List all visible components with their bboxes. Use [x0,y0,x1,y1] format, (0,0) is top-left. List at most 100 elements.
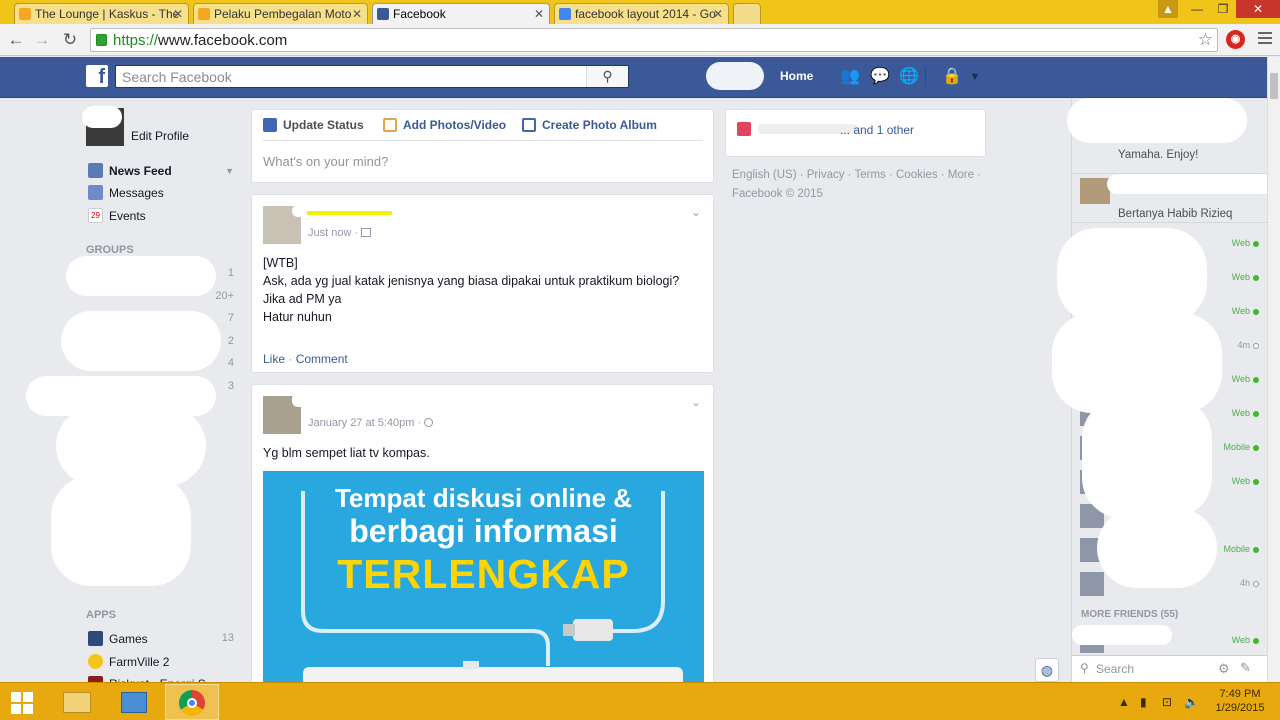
post-timestamp[interactable]: Just now · [308,227,372,239]
feed-post: Just now · ⌄ [WTB] Ask, ada yg jual kata… [251,194,714,373]
ticker-divider [1072,222,1268,223]
search-input[interactable] [116,66,586,87]
tab-title: The Lounge | Kaskus - The [35,7,180,21]
chrome-icon [179,690,205,716]
birthdays-box: ... and 1 other [725,109,986,157]
restore-button[interactable]: ❐ [1210,0,1236,18]
new-tab-button[interactable] [733,3,761,24]
kaskus-favicon-icon [19,8,31,20]
privacy-icon[interactable]: 🔒 [942,68,962,86]
sidebar-item-events[interactable]: 29 Events [86,206,236,226]
close-tab-icon[interactable]: ✕ [173,7,183,21]
home-link[interactable]: Home [780,69,813,83]
file-explorer-button[interactable] [50,684,104,720]
volume-icon[interactable]: 🔈 [1184,695,1199,709]
sidebar-item-farmville[interactable]: FarmVille 2 [86,652,236,672]
browser-tab[interactable]: facebook layout 2014 - Go ✕ [554,3,729,24]
gear-icon[interactable]: ⚙ [1218,661,1230,677]
post-options-chevron-icon[interactable]: ⌄ [691,395,701,409]
close-tab-icon[interactable]: ✕ [713,7,723,21]
more-friends-heading: MORE FRIENDS (55) [1081,609,1179,620]
url-text[interactable]: https://www.facebook.com [113,32,287,49]
minimize-button[interactable]: — [1184,0,1210,18]
chrome-taskbar-button[interactable] [165,684,219,720]
user-profile-icon[interactable]: ▲ [1158,0,1178,18]
facebook-favicon-icon [377,8,389,20]
show-hidden-icons-chevron-icon[interactable]: ▲ [1118,695,1130,709]
control-panel-button[interactable] [107,684,161,720]
chevron-down-icon[interactable]: ▼ [225,166,234,176]
ticker-avatar[interactable] [1080,178,1110,204]
close-tab-icon[interactable]: ✕ [534,7,544,21]
globe-icon[interactable]: ◍ [1035,658,1059,682]
online-dot-icon [1253,241,1259,247]
chat-sidebar: Yamaha. Enjoy! Bertanya Habib Rizieq Web… [1052,98,1277,682]
friend-status: 4m [1237,340,1250,350]
footer-links[interactable]: English (US) · Privacy · Terms · Cookies… [732,166,986,185]
sidebar-item-messages[interactable]: Messages [86,183,236,203]
redaction-scribble [1107,174,1277,194]
sidebar-item-label: FarmVille 2 [109,655,170,669]
online-dot-icon [1253,479,1259,485]
like-link[interactable]: Like [263,352,285,366]
group-count: 20+ [215,290,234,302]
idle-dot-icon [1253,343,1259,349]
sidebar-item-games[interactable]: Games 13 [86,629,236,649]
forward-arrow-icon[interactable]: → [32,30,52,50]
back-arrow-icon[interactable]: ← [6,30,26,50]
secure-lock-icon [96,34,107,46]
browser-toolbar: ← → ↻ https://www.facebook.com ☆ ◉ [0,24,1280,56]
edit-profile-link[interactable]: Edit Profile [86,126,236,146]
messages-icon[interactable]: 💬 [870,68,890,86]
facebook-logo-icon[interactable]: f [86,65,108,88]
post-image[interactable]: Tempat diskusi online & berbagi informas… [263,471,704,682]
browser-tab[interactable]: Pelaku Pembegalan Moto ✕ [193,3,368,24]
post-timestamp[interactable]: January 27 at 5:40pm · [308,417,434,429]
page-scrollbar[interactable] [1267,57,1280,682]
sidebar-item-news-feed[interactable]: News Feed ▼ [86,161,236,181]
close-tab-icon[interactable]: ✕ [352,7,362,21]
network-icon[interactable]: ⊡ [1162,695,1172,709]
redaction-scribble [66,256,216,296]
new-message-icon[interactable]: ✎ [1240,660,1251,676]
address-bar[interactable]: https://www.facebook.com ☆ [90,28,1218,52]
taskbar-clock[interactable]: 7:49 PM 1/29/2015 [1212,687,1268,715]
tab-create-album[interactable]: Create Photo Album [522,118,657,132]
chrome-menu-icon[interactable] [1258,32,1272,47]
url-host: www.facebook.com [158,32,288,49]
post-time-text: January 27 at 5:40pm · [308,417,425,429]
tab-add-photos[interactable]: Add Photos/Video [383,118,506,132]
separator: · [288,352,296,366]
bookmark-star-icon[interactable]: ☆ [1198,30,1213,50]
chat-search-input[interactable] [1096,660,1216,678]
close-window-button[interactable]: ✕ [1236,0,1280,18]
reload-icon[interactable]: ↻ [60,30,80,50]
friend-status: Mobile [1223,442,1250,452]
post-options-chevron-icon[interactable]: ⌄ [691,205,701,219]
ticker-text[interactable]: Yamaha. Enjoy! [1118,149,1280,161]
friend-status: Web [1231,476,1250,486]
tab-update-status[interactable]: Update Status [263,118,364,132]
search-icon[interactable]: ⚲ [586,66,628,87]
sidebar-item-label: Messages [109,186,164,200]
power-icon[interactable]: ▮ [1140,695,1147,709]
windows-start-icon[interactable] [11,692,35,714]
friends-icon[interactable]: 👥 [840,68,860,86]
status-input[interactable]: What's on your mind? [263,154,388,169]
audience-icon [361,228,372,237]
friend-status: Web [1231,408,1250,418]
account-menu-icon[interactable]: ▼ [966,68,984,86]
redaction-scribble [1072,625,1172,645]
group-count: 7 [227,312,234,324]
extension-icon[interactable]: ◉ [1226,30,1245,49]
birthday-text[interactable]: ... and 1 other [840,123,914,137]
facebook-search-box[interactable]: ⚲ [115,65,629,88]
ticker-text[interactable]: Bertanya Habib Rizieq [1118,208,1280,220]
scrollbar-thumb[interactable] [1270,73,1278,99]
browser-tab-active[interactable]: Facebook ✕ [372,3,550,25]
comment-link[interactable]: Comment [296,352,348,366]
browser-tab[interactable]: The Lounge | Kaskus - The ✕ [14,3,189,24]
notifications-icon[interactable]: 🌐 [899,68,919,86]
profile-name-redacted[interactable] [706,62,764,90]
header-divider [925,67,926,87]
